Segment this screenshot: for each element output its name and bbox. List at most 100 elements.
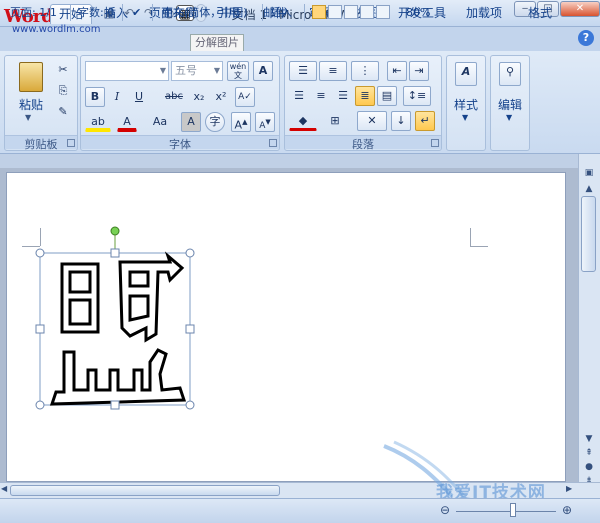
copy-icon[interactable]: ⎘ xyxy=(53,81,73,101)
clipboard-launcher-icon[interactable] xyxy=(67,139,75,147)
close-button[interactable]: ✕ xyxy=(560,1,600,17)
editing-group[interactable]: ⚲ 编辑 ▼ xyxy=(490,55,530,151)
tooltip: 分解图片 xyxy=(190,34,244,52)
tab-format[interactable]: 格式 xyxy=(520,4,560,24)
paragraph-group-label: 段落 xyxy=(285,135,441,151)
insert-mode-indicator[interactable]: 插入 xyxy=(266,4,296,21)
ruler xyxy=(0,154,578,168)
clipboard-group: 粘贴 ▼ ✂ ⎘ ✎ 剪贴板 xyxy=(4,55,78,151)
font-size-field[interactable]: 五号 ▼ xyxy=(171,61,223,81)
superscript-button[interactable]: x² xyxy=(211,87,231,107)
tab-addins[interactable]: 加载项 xyxy=(458,4,510,24)
shading-icon[interactable]: ◆ xyxy=(289,111,317,131)
bold-button[interactable]: B xyxy=(85,87,105,107)
crop-mark xyxy=(470,228,471,246)
status-divider xyxy=(304,4,305,21)
grow-font-icon[interactable]: A▲ xyxy=(231,112,251,132)
scroll-left-icon[interactable]: ◀ xyxy=(1,484,7,493)
web-layout-view-button[interactable] xyxy=(344,5,358,19)
align-right-icon[interactable]: ☰ xyxy=(333,86,353,106)
paste-icon[interactable] xyxy=(19,62,43,92)
status-divider xyxy=(122,4,123,21)
styles-dropdown-icon[interactable]: ▼ xyxy=(462,113,468,122)
zoom-out-icon[interactable]: ⊖ xyxy=(440,503,450,517)
resize-handle[interactable] xyxy=(35,400,45,410)
vertical-scroll-thumb[interactable] xyxy=(581,196,596,272)
align-center-icon[interactable]: ≡ xyxy=(311,86,331,106)
selected-picture[interactable] xyxy=(30,224,200,416)
cut-icon[interactable]: ✂ xyxy=(53,60,73,80)
format-painter-icon[interactable]: ✎ xyxy=(53,102,73,122)
borders-icon[interactable]: ⊞ xyxy=(321,111,349,131)
phonetic-guide-icon[interactable]: wén 文 xyxy=(227,61,249,81)
paragraph-group: ☰ ≡ ⋮ ⇤ ⇥ ☰ ≡ ☰ ≣ ▤ ↕≡ ◆ ⊞ ✕ ↓ ↵ 段落 xyxy=(284,55,442,151)
scroll-up-icon[interactable]: ▲ xyxy=(582,182,596,196)
paste-dropdown-icon[interactable]: ▼ xyxy=(25,113,31,122)
outline-view-button[interactable] xyxy=(360,5,374,19)
subscript-button[interactable]: x₂ xyxy=(189,87,209,107)
page-count[interactable]: 页面: 1/1 xyxy=(6,4,61,21)
word-count[interactable]: 字数: 0 xyxy=(74,4,118,21)
decrease-indent-icon[interactable]: ⇤ xyxy=(387,61,407,81)
horizontal-scroll-thumb[interactable] xyxy=(10,485,280,496)
sort-icon[interactable]: ↓ xyxy=(391,111,411,131)
draft-view-button[interactable] xyxy=(376,5,390,19)
editing-dropdown-icon[interactable]: ▼ xyxy=(506,113,512,122)
resize-handle[interactable] xyxy=(35,324,45,334)
increase-indent-icon[interactable]: ⇥ xyxy=(409,61,429,81)
resize-handle[interactable] xyxy=(110,248,120,258)
proofing-icon[interactable]: ✔ xyxy=(128,4,145,21)
font-group-label: 字体 xyxy=(81,135,279,151)
font-name-field[interactable]: ▼ xyxy=(85,61,169,81)
browse-object-icon[interactable]: ● xyxy=(582,460,596,474)
ruler-toggle-icon[interactable]: ▣ xyxy=(582,166,596,180)
highlight-color-icon[interactable]: ab xyxy=(85,112,111,132)
numbering-icon[interactable]: ≡ xyxy=(319,61,347,81)
show-hide-marks-icon[interactable]: ↵ xyxy=(415,111,435,131)
chinese-layout-icon[interactable]: ✕ xyxy=(357,111,387,131)
scroll-down-icon[interactable]: ▼ xyxy=(582,432,596,446)
strikethrough-button[interactable]: abc xyxy=(161,87,187,107)
clear-format-icon[interactable]: A✓ xyxy=(235,87,255,107)
shrink-font-icon[interactable]: A▼ xyxy=(255,112,275,132)
resize-handle[interactable] xyxy=(110,400,120,410)
italic-button[interactable]: I xyxy=(107,87,127,107)
resize-handle[interactable] xyxy=(185,324,195,334)
crop-mark xyxy=(470,246,488,247)
zoom-level[interactable]: 80% xyxy=(402,4,434,21)
paragraph-launcher-icon[interactable] xyxy=(431,139,439,147)
enclose-characters-icon[interactable]: 字 xyxy=(205,112,225,132)
paste-label[interactable]: 粘贴 xyxy=(11,96,51,113)
binoculars-icon[interactable]: ⚲ xyxy=(499,62,521,86)
rotate-handle[interactable] xyxy=(110,226,120,236)
zoom-slider-track[interactable] xyxy=(456,511,556,512)
resize-handle[interactable] xyxy=(185,400,195,410)
previous-page-icon[interactable]: ⇞ xyxy=(582,446,596,460)
font-launcher-icon[interactable] xyxy=(269,139,277,147)
character-shading-icon[interactable]: A xyxy=(181,112,201,132)
line-spacing-icon[interactable]: ↕≡ xyxy=(403,86,431,106)
distributed-icon[interactable]: ▤ xyxy=(377,86,397,106)
underline-button[interactable]: U xyxy=(129,87,149,107)
site-url: www.wordlm.com xyxy=(12,24,101,35)
justify-icon[interactable]: ≣ xyxy=(355,86,375,106)
align-left-icon[interactable]: ☰ xyxy=(289,86,309,106)
editing-label[interactable]: 编辑 xyxy=(491,96,529,113)
styles-label[interactable]: 样式 xyxy=(447,96,485,113)
character-border-icon[interactable]: A xyxy=(253,61,273,81)
full-screen-reading-view-button[interactable] xyxy=(328,5,342,19)
zoom-slider-thumb[interactable] xyxy=(510,503,516,517)
resize-handle[interactable] xyxy=(35,248,45,258)
resize-handle[interactable] xyxy=(185,248,195,258)
change-case-icon[interactable]: Aa xyxy=(147,112,173,132)
language-indicator[interactable]: 中文(简体，中国) xyxy=(158,4,252,21)
font-color-icon[interactable]: A xyxy=(117,112,137,132)
bullets-icon[interactable]: ☰ xyxy=(289,61,317,81)
help-icon[interactable]: ? xyxy=(578,30,594,46)
print-layout-view-button[interactable] xyxy=(312,5,326,19)
zoom-in-icon[interactable]: ⊕ xyxy=(562,503,572,517)
multilevel-list-icon[interactable]: ⋮ xyxy=(351,61,379,81)
styles-group[interactable]: A 样式 ▼ xyxy=(446,55,486,151)
styles-icon[interactable]: A xyxy=(455,62,477,86)
font-group: ▼ 五号 ▼ wén 文 A B I U abc x₂ x² A✓ ab A Aa… xyxy=(80,55,280,151)
